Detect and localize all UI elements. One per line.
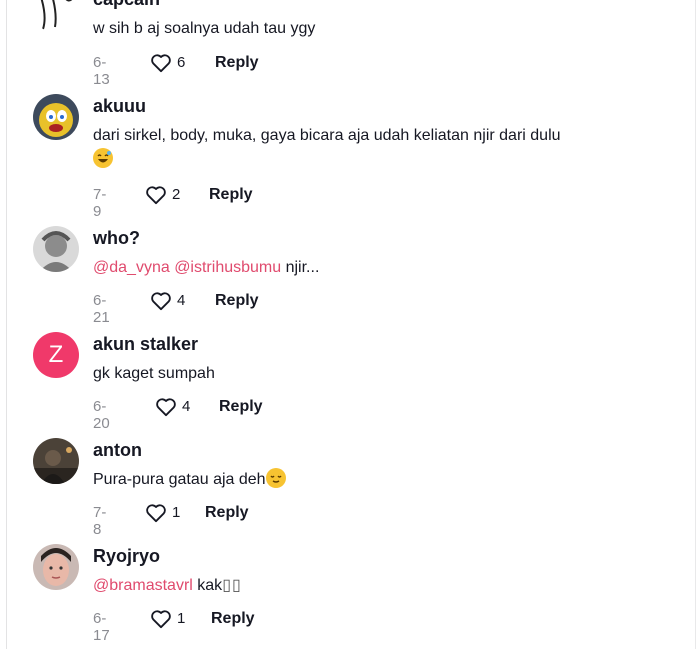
missing-glyph-icon: ▯▯ xyxy=(222,577,242,594)
comment-date: 6-20 xyxy=(93,398,110,432)
reply-button[interactable]: Reply xyxy=(215,54,259,72)
comment-item: Ryojryo @bramastavrl kak▯▯ 6-17 1 Reply xyxy=(0,544,700,650)
avatar[interactable] xyxy=(33,226,79,272)
comment-text-body: kak xyxy=(197,577,223,594)
avatar[interactable] xyxy=(33,94,79,140)
comment-item: Z akun stalker gk kaget sumpah 6-20 4 Re… xyxy=(0,332,700,438)
comment-text: gk kaget sumpah xyxy=(93,365,215,382)
comment-item: capcaih w sih b aj soalnya udah tau ygy … xyxy=(0,0,700,93)
comment-text: @bramastavrl kak▯▯ xyxy=(93,574,653,598)
comment-username[interactable]: akun stalker xyxy=(93,334,198,355)
comment-username[interactable]: who? xyxy=(93,228,140,249)
mention-link[interactable]: @bramastavrl xyxy=(93,577,193,594)
heart-outline-icon[interactable] xyxy=(145,503,167,527)
mention-link[interactable]: @istrihusbumu xyxy=(174,259,281,276)
comment-text: Pura-pura gatau aja deh xyxy=(93,468,653,492)
reply-button[interactable]: Reply xyxy=(205,504,249,522)
comment-username[interactable]: capcaih xyxy=(93,0,160,10)
avatar[interactable]: Z xyxy=(33,332,79,378)
comment-item: who? @da_vyna @istrihusbumu njir... 6-21… xyxy=(0,226,700,332)
like-count: 1 xyxy=(172,504,181,521)
comment-username[interactable]: akuuu xyxy=(93,96,146,117)
heart-outline-icon[interactable] xyxy=(145,185,167,209)
comment-date: 6-21 xyxy=(93,292,110,326)
heart-outline-icon[interactable] xyxy=(150,609,172,633)
reply-button[interactable]: Reply xyxy=(209,186,253,204)
avatar[interactable] xyxy=(33,438,79,484)
relieved-face-emoji-icon xyxy=(265,468,286,488)
reply-button[interactable]: Reply xyxy=(219,398,263,416)
mention-link[interactable]: @da_vyna xyxy=(93,259,170,276)
comment-username[interactable]: Ryojryo xyxy=(93,546,160,567)
heart-outline-icon[interactable] xyxy=(155,397,177,421)
comment-date: 7-8 xyxy=(93,504,107,538)
heart-outline-icon[interactable] xyxy=(150,53,172,77)
like-count: 1 xyxy=(177,610,186,627)
like-count: 2 xyxy=(172,186,181,203)
reply-button[interactable]: Reply xyxy=(215,292,259,310)
heart-outline-icon[interactable] xyxy=(150,291,172,315)
comment-text-body: Pura-pura gatau aja deh xyxy=(93,471,266,488)
comment-username[interactable]: anton xyxy=(93,440,142,461)
comment-date: 6-13 xyxy=(93,54,110,88)
like-count: 4 xyxy=(182,398,191,415)
like-count: 4 xyxy=(177,292,186,309)
comment-date: 6-17 xyxy=(93,610,110,644)
like-count: 6 xyxy=(177,54,186,71)
reply-button[interactable]: Reply xyxy=(211,610,255,628)
comment-date: 7-9 xyxy=(93,186,107,220)
comment-text: @da_vyna @istrihusbumu njir... xyxy=(93,256,653,280)
avatar[interactable] xyxy=(33,0,79,33)
comment-text: dari sirkel, body, muka, gaya bicara aja… xyxy=(93,124,653,172)
grinning-sweat-emoji-icon xyxy=(93,148,113,168)
comment-item: anton Pura-pura gatau aja deh 7-8 1 Repl… xyxy=(0,438,700,544)
comment-item: akuuu dari sirkel, body, muka, gaya bica… xyxy=(0,94,700,220)
comment-text-body: dari sirkel, body, muka, gaya bicara aja… xyxy=(93,127,561,144)
comment-text: w sih b aj soalnya udah tau ygy xyxy=(93,20,316,37)
avatar[interactable] xyxy=(33,544,79,590)
comment-text-body: njir... xyxy=(285,259,320,276)
